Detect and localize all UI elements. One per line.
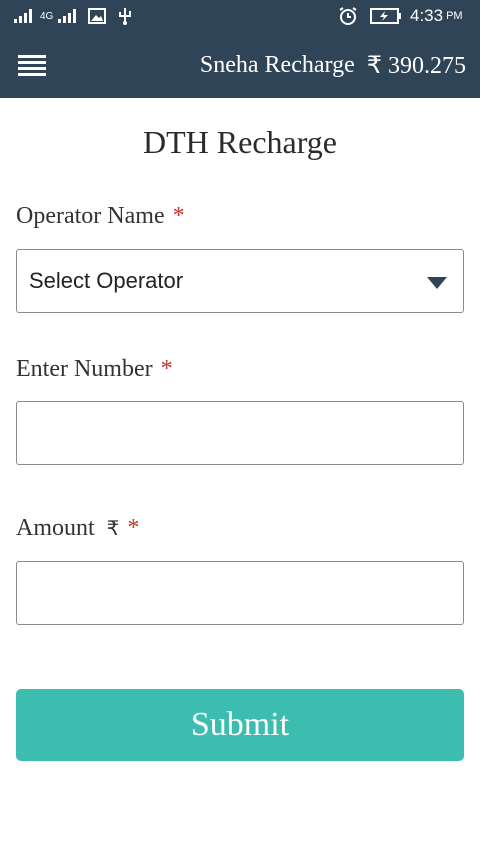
operator-select[interactable]: Select Operator (16, 249, 464, 313)
enter-number-label: Enter Number * (16, 356, 173, 383)
amount-input[interactable] (16, 561, 464, 625)
signal-icon (58, 0, 82, 32)
battery-charging-icon (370, 0, 402, 32)
app-name: Sneha Recharge (199, 51, 355, 78)
wallet-balance: ₹ 390.275 (366, 52, 466, 79)
meridiem-text: PM (446, 10, 463, 22)
hamburger-menu-icon[interactable] (14, 49, 50, 81)
app-title: Sneha Recharge ₹ 390.275 (200, 32, 466, 98)
dropdown-arrow-icon (427, 276, 447, 294)
amount-label-text: Amount (16, 515, 95, 541)
operator-select-value: Select Operator (29, 267, 184, 293)
network-type-label: 4G (40, 10, 54, 22)
alarm-icon (338, 0, 358, 32)
required-marker: * (172, 203, 185, 229)
number-input[interactable] (16, 401, 464, 465)
signal-icon (14, 0, 38, 32)
operator-name-label: Operator Name * (16, 203, 185, 230)
status-bar: 4G 4:33 PM (0, 0, 480, 32)
operator-label-text: Operator Name (16, 203, 165, 229)
clock-time: 4:33 PM (410, 0, 463, 32)
number-label-text: Enter Number (16, 356, 153, 382)
gallery-icon (88, 0, 106, 32)
required-marker: * (127, 515, 140, 541)
submit-button[interactable]: Submit (16, 689, 464, 761)
amount-label: Amount ₹ * (16, 515, 139, 542)
usb-icon (118, 0, 132, 32)
rupee-symbol: ₹ (106, 516, 120, 540)
page-title: DTH Recharge (143, 124, 337, 160)
time-text: 4:33 (410, 6, 444, 25)
required-marker: * (160, 356, 173, 382)
app-bar: Sneha Recharge ₹ 390.275 (0, 32, 480, 98)
